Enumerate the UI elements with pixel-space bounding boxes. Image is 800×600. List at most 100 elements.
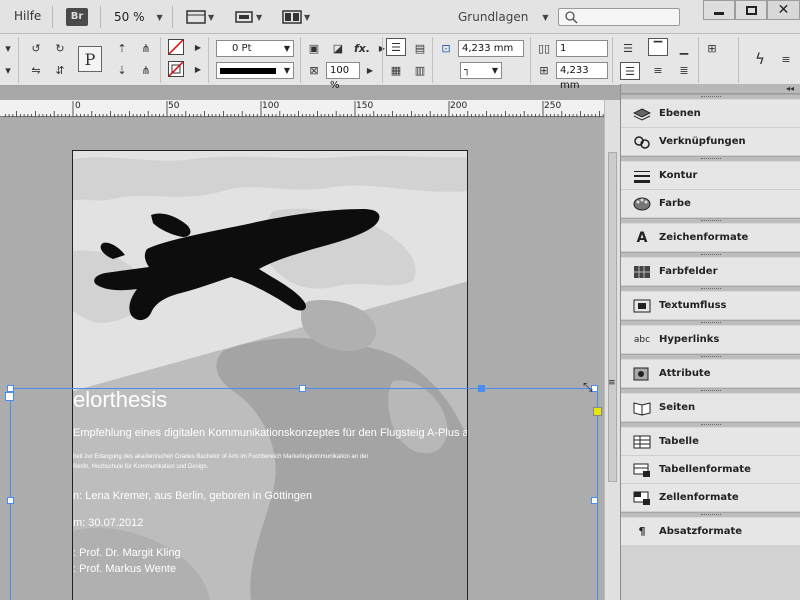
corner-shape-icon: ┐ — [464, 65, 471, 76]
columns-field[interactable]: 1 — [556, 40, 608, 57]
screen-mode-button[interactable]: ▼ — [234, 8, 262, 26]
frame-in-port-box[interactable] — [5, 392, 14, 401]
panel-item-absatzformate[interactable]: ¶ Absatzformate — [621, 518, 800, 546]
arrange-documents-button[interactable]: ▼ — [282, 8, 310, 26]
panel-item-zeichenformate[interactable]: A Zeichenformate — [621, 224, 800, 252]
panel-item-kontur[interactable]: Kontur — [621, 162, 800, 190]
zoom-dropdown[interactable]: 50 % ▼ — [114, 8, 163, 26]
shadow-icon[interactable]: ◪ — [330, 40, 346, 56]
view-options-button[interactable]: ▼ — [186, 8, 214, 26]
chevron-right-icon[interactable]: ▶ — [362, 62, 378, 78]
effects-icon[interactable]: fx. — [354, 40, 370, 56]
frame-handle-middle-left[interactable] — [7, 497, 14, 504]
panel-item-label: Zellenformate — [659, 492, 739, 503]
minimize-icon — [714, 11, 724, 15]
vertical-justify-icon[interactable]: ▔ — [648, 38, 668, 56]
panel-item-textumfluss[interactable]: Textumfluss — [621, 292, 800, 320]
chevron-down-icon: ▼ — [491, 66, 498, 75]
panel-item-hyperlinks[interactable]: abc Hyperlinks — [621, 326, 800, 354]
flip-horizontal-icon[interactable]: ⇋ — [28, 62, 44, 78]
panel-collapse-button[interactable]: ◂◂ — [621, 84, 800, 94]
frame-handle-top-center[interactable] — [299, 385, 306, 392]
selected-text-frame[interactable] — [5, 385, 602, 600]
rotate-ccw-icon[interactable]: ↺ — [28, 40, 44, 56]
align-bottom-icon[interactable]: ▦ — [388, 62, 404, 78]
vertical-scrollbar[interactable]: ≡ — [604, 100, 620, 600]
flip-vertical-icon[interactable]: ⇵ — [52, 62, 68, 78]
arrange-documents-icon — [282, 10, 302, 24]
columns-icon[interactable]: ▯▯ — [536, 40, 552, 56]
auto-fit-icon[interactable]: ⊞ — [704, 40, 720, 56]
frame-fitting-icon[interactable]: ⊡ — [438, 40, 454, 56]
align-justify-icon[interactable]: ▥ — [412, 62, 428, 78]
lightning-icon[interactable]: ϟ — [752, 50, 768, 68]
panel-item-label: Seiten — [659, 402, 696, 413]
select-content-icon[interactable]: ⇣ — [114, 62, 130, 78]
reference-point-p-icon[interactable]: P — [78, 46, 102, 72]
maximize-button[interactable] — [735, 0, 767, 20]
panel-item-label: Farbe — [659, 198, 691, 209]
panel-item-farbe[interactable]: Farbe — [621, 190, 800, 218]
vertical-align-bottom-icon[interactable]: ▁ — [676, 40, 692, 56]
panel-item-tabellenformate[interactable]: Tabellenformate — [621, 456, 800, 484]
opacity-icon[interactable]: ⊠ — [306, 62, 322, 78]
rotate-cw-icon[interactable]: ↻ — [52, 40, 68, 56]
drop-shadow-icon[interactable]: ▣ — [306, 40, 322, 56]
frame-handle-top-left[interactable] — [7, 385, 14, 392]
scrollbar-thumb[interactable] — [608, 152, 617, 482]
stroke-weight-dropdown[interactable]: 0 Pt ▼ — [216, 40, 294, 57]
opacity-field[interactable]: 100 % — [326, 62, 360, 91]
select-next-icon[interactable]: ⋔ — [138, 62, 154, 78]
panel-item-label: Textumfluss — [659, 300, 727, 311]
separator — [18, 37, 19, 83]
frame-anchor-point[interactable] — [593, 407, 602, 416]
corner-options-dropdown[interactable]: ┐ ▼ — [460, 62, 502, 79]
separator — [530, 37, 531, 83]
stroke-none-icon[interactable] — [168, 61, 184, 77]
panel-menu-icon[interactable]: ≡ — [778, 51, 794, 67]
ruler-tick-label: 150 — [356, 101, 374, 111]
stroke-icon — [633, 168, 651, 184]
document-canvas[interactable]: elorthesis Empfehlung eines digitalen Ko… — [0, 118, 606, 600]
select-previous-icon[interactable]: ⋔ — [138, 40, 154, 56]
frame-in-port[interactable] — [478, 385, 485, 392]
fill-none-icon[interactable] — [168, 39, 184, 55]
panel-item-tabelle[interactable]: Tabelle — [621, 428, 800, 456]
panel-item-zellenformate[interactable]: Zellenformate — [621, 484, 800, 512]
panel-item-verknuepfungen[interactable]: Verknüpfungen — [621, 128, 800, 156]
workspace-switcher[interactable]: Grundlagen ▼ — [458, 8, 549, 26]
menu-help[interactable]: Hilfe — [14, 9, 41, 23]
text-align-left-icon[interactable]: ☰ — [620, 40, 636, 56]
align-top-icon[interactable]: ☰ — [386, 38, 406, 56]
chevron-right-icon[interactable]: ▶ — [190, 61, 206, 77]
panel-item-ebenen[interactable]: Ebenen — [621, 100, 800, 128]
gutter-icon[interactable]: ⊞ — [536, 62, 552, 78]
width-field[interactable]: 4,233 mm — [458, 40, 524, 57]
bridge-button[interactable]: Br — [66, 8, 88, 26]
pages-icon — [633, 400, 651, 416]
separator — [100, 6, 101, 28]
layers-icon — [633, 106, 651, 122]
stroke-type-dropdown[interactable]: ▼ — [216, 62, 294, 79]
minimize-button[interactable] — [703, 0, 735, 20]
panel-item-attribute[interactable]: Attribute — [621, 360, 800, 388]
frame-handle-middle-right[interactable] — [591, 497, 598, 504]
search-icon — [565, 11, 578, 24]
gutter-field[interactable]: 4,233 mm — [556, 62, 608, 91]
panel-item-farbfelder[interactable]: Farbfelder — [621, 258, 800, 286]
select-container-icon[interactable]: ⇡ — [114, 40, 130, 56]
align-center-icon[interactable]: ▤ — [412, 40, 428, 56]
chevron-right-icon[interactable]: ▶ — [190, 39, 206, 55]
text-align-right-icon[interactable]: ☰ — [620, 62, 640, 80]
vertical-align-justify-icon[interactable]: ≣ — [676, 62, 692, 78]
separator — [208, 37, 209, 83]
arrow-icon[interactable]: ▾ — [0, 40, 16, 56]
panel-item-seiten[interactable]: Seiten — [621, 394, 800, 422]
color-palette-icon — [633, 196, 651, 212]
search-field[interactable] — [558, 8, 680, 26]
vertical-align-center-icon[interactable]: ≡ — [650, 62, 666, 78]
close-button[interactable]: ✕ — [767, 0, 800, 20]
table-icon — [633, 434, 651, 450]
maximize-icon — [745, 5, 757, 15]
arrow-icon[interactable]: ▾ — [0, 62, 16, 78]
